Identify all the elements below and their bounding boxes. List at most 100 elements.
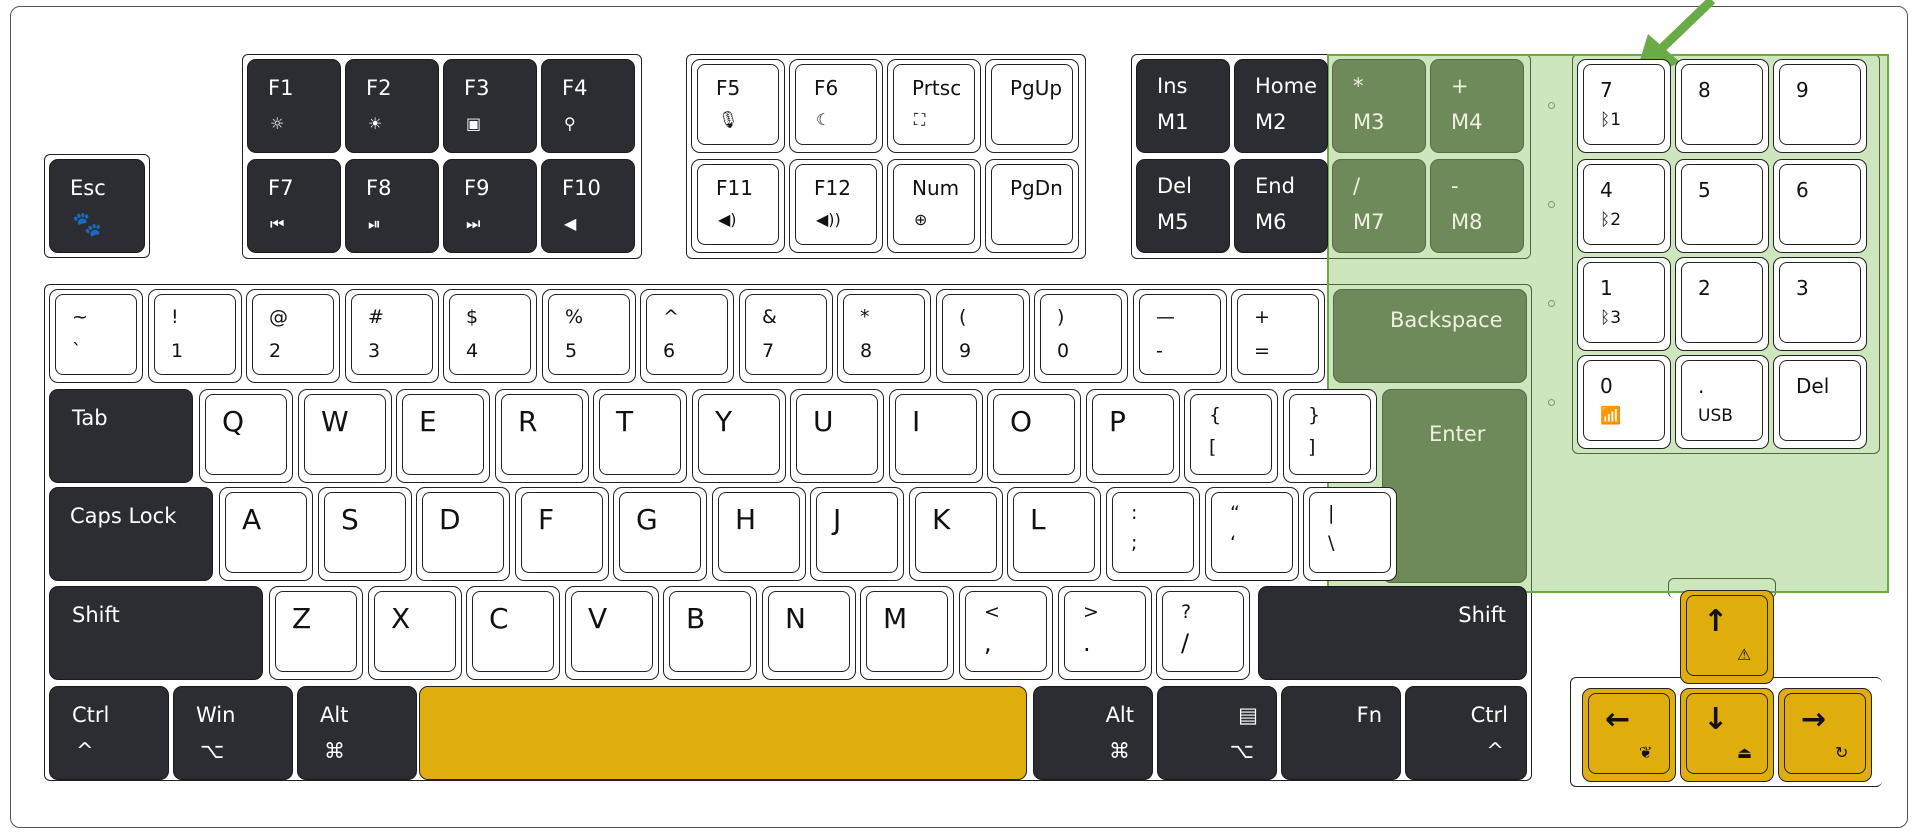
key-f12[interactable]: F12 ◀)) — [789, 159, 883, 253]
key-r[interactable]: R — [495, 389, 589, 483]
key-u[interactable]: U — [790, 389, 884, 483]
key-mod-1[interactable]: Win ⌥ — [173, 686, 293, 780]
key-f1[interactable]: F1 ☼ — [247, 59, 341, 153]
key-numpad-1[interactable]: 8 — [1675, 59, 1769, 153]
key-mod-4[interactable]: ▤ ⌥ — [1157, 686, 1277, 780]
key-number-row-3[interactable]: #3 — [345, 289, 439, 383]
key-numpad-6[interactable]: 1 ᛒ3 — [1577, 257, 1671, 351]
key-bracket-0[interactable]: {[ — [1184, 389, 1278, 483]
key-number-row-9[interactable]: (9 — [936, 289, 1030, 383]
key-arrow-0[interactable]: ↑ ⚠ — [1680, 590, 1774, 684]
key-bracket-1[interactable]: }] — [1283, 389, 1377, 483]
key-f10[interactable]: F10 ◀ — [541, 159, 635, 253]
key-punct-bottom-2[interactable]: ? / — [1156, 586, 1250, 680]
key-arrow-2[interactable]: ↓ ⏏ — [1680, 688, 1774, 782]
key-x[interactable]: X — [368, 586, 462, 680]
key-nav-4[interactable]: Del M5 — [1136, 159, 1230, 253]
key-number-row-11[interactable]: — - — [1133, 289, 1227, 383]
key-tab[interactable]: Tab — [49, 389, 193, 483]
key-m[interactable]: M — [860, 586, 954, 680]
key-nav-2[interactable]: * M3 — [1332, 59, 1426, 153]
key-b[interactable]: B — [663, 586, 757, 680]
key-d[interactable]: D — [416, 487, 510, 581]
key-g[interactable]: G — [613, 487, 707, 581]
key-shift-right[interactable]: Shift — [1258, 586, 1527, 680]
key-shift-left[interactable]: Shift — [49, 586, 263, 680]
key-number-row-7[interactable]: & 7 — [739, 289, 833, 383]
key-f5[interactable]: F5 🎙 — [691, 59, 785, 153]
key-f[interactable]: F — [515, 487, 609, 581]
key-k[interactable]: K — [909, 487, 1003, 581]
key-number-row-10[interactable]: ) 0 — [1034, 289, 1128, 383]
key-nav-7[interactable]: - M8 — [1430, 159, 1524, 253]
key-numpad-8[interactable]: 3 — [1773, 257, 1867, 351]
key-num[interactable]: Num ⊕ — [887, 159, 981, 253]
key-numpad-2[interactable]: 9 — [1773, 59, 1867, 153]
key-nav-1[interactable]: Home M2 — [1234, 59, 1328, 153]
key-punct-0[interactable]: :; — [1106, 487, 1200, 581]
key-numpad-5[interactable]: 6 — [1773, 159, 1867, 253]
key-f2[interactable]: F2 ☀ — [345, 59, 439, 153]
key-pgdn[interactable]: PgDn — [985, 159, 1079, 253]
key-c[interactable]: C — [466, 586, 560, 680]
key-punct-2[interactable]: | \ — [1303, 487, 1397, 581]
key-mod-5[interactable]: Fn — [1281, 686, 1401, 780]
key-f8[interactable]: F8 ⏯ — [345, 159, 439, 253]
key-h[interactable]: H — [712, 487, 806, 581]
key-caps-lock[interactable]: Caps Lock — [49, 487, 213, 581]
key-mod-3[interactable]: Alt ⌘ — [1033, 686, 1153, 780]
key-p[interactable]: P — [1086, 389, 1180, 483]
key-f4[interactable]: F4 ⚲ — [541, 59, 635, 153]
key-t[interactable]: T — [593, 389, 687, 483]
key-l[interactable]: L — [1007, 487, 1101, 581]
key-nav-0[interactable]: Ins M1 — [1136, 59, 1230, 153]
key-backspace[interactable]: Backspace — [1333, 289, 1527, 383]
key-number-row-5[interactable]: % 5 — [542, 289, 636, 383]
key-numpad-11[interactable]: Del — [1773, 355, 1867, 449]
key-i[interactable]: I — [889, 389, 983, 483]
key-enter[interactable]: Enter — [1382, 389, 1527, 583]
key-f3[interactable]: F3 ▣ — [443, 59, 537, 153]
key-arrow-1[interactable]: ← ❦ — [1582, 688, 1676, 782]
key-numpad-10[interactable]: . USB — [1675, 355, 1769, 449]
key-numpad-7[interactable]: 2 — [1675, 257, 1769, 351]
key-numpad-4[interactable]: 5 — [1675, 159, 1769, 253]
key-punct-bottom-0[interactable]: <, — [959, 586, 1053, 680]
key-mod-0[interactable]: Ctrl ^ — [49, 686, 169, 780]
key-arrow-3[interactable]: → ↻ — [1778, 688, 1872, 782]
key-nav-6[interactable]: / M7 — [1332, 159, 1426, 253]
key-y[interactable]: Y — [692, 389, 786, 483]
key-n[interactable]: N — [762, 586, 856, 680]
key-number-row-12[interactable]: + = — [1231, 289, 1325, 383]
key-numpad-9[interactable]: 0 📶 — [1577, 355, 1671, 449]
key-f9[interactable]: F9 ⏭ — [443, 159, 537, 253]
key-numpad-0[interactable]: 7 ᛒ1 — [1577, 59, 1671, 153]
key-f7[interactable]: F7 ⏮ — [247, 159, 341, 253]
key-number-row-8[interactable]: * 8 — [837, 289, 931, 383]
key-z[interactable]: Z — [269, 586, 363, 680]
key-pgup[interactable]: PgUp — [985, 59, 1079, 153]
key-s[interactable]: S — [318, 487, 412, 581]
key-mod-2[interactable]: Alt ⌘ — [297, 686, 417, 780]
key-number-row-6[interactable]: ^ 6 — [640, 289, 734, 383]
key-j[interactable]: J — [810, 487, 904, 581]
key-q[interactable]: Q — [199, 389, 293, 483]
key-nav-3[interactable]: + M4 — [1430, 59, 1524, 153]
key-w[interactable]: W — [298, 389, 392, 483]
key-number-row-2[interactable]: @2 — [246, 289, 340, 383]
key-a[interactable]: A — [219, 487, 313, 581]
key-mod-6[interactable]: Ctrl ^ — [1405, 686, 1527, 780]
key-punct-1[interactable]: “‘ — [1205, 487, 1299, 581]
key-spacebar[interactable] — [419, 686, 1027, 780]
key-f11[interactable]: F11 ◀) — [691, 159, 785, 253]
key-number-row-1[interactable]: ! 1 — [148, 289, 242, 383]
key-nav-5[interactable]: End M6 — [1234, 159, 1328, 253]
key-numpad-3[interactable]: 4 ᛒ2 — [1577, 159, 1671, 253]
key-f6[interactable]: F6 ☾ — [789, 59, 883, 153]
key-number-row-0[interactable]: ~ ` — [49, 289, 143, 383]
key-e[interactable]: E — [396, 389, 490, 483]
key-v[interactable]: V — [565, 586, 659, 680]
key-prtsc[interactable]: Prtsc ⛶ — [887, 59, 981, 153]
key-o[interactable]: O — [987, 389, 1081, 483]
key-punct-bottom-1[interactable]: >. — [1058, 586, 1152, 680]
